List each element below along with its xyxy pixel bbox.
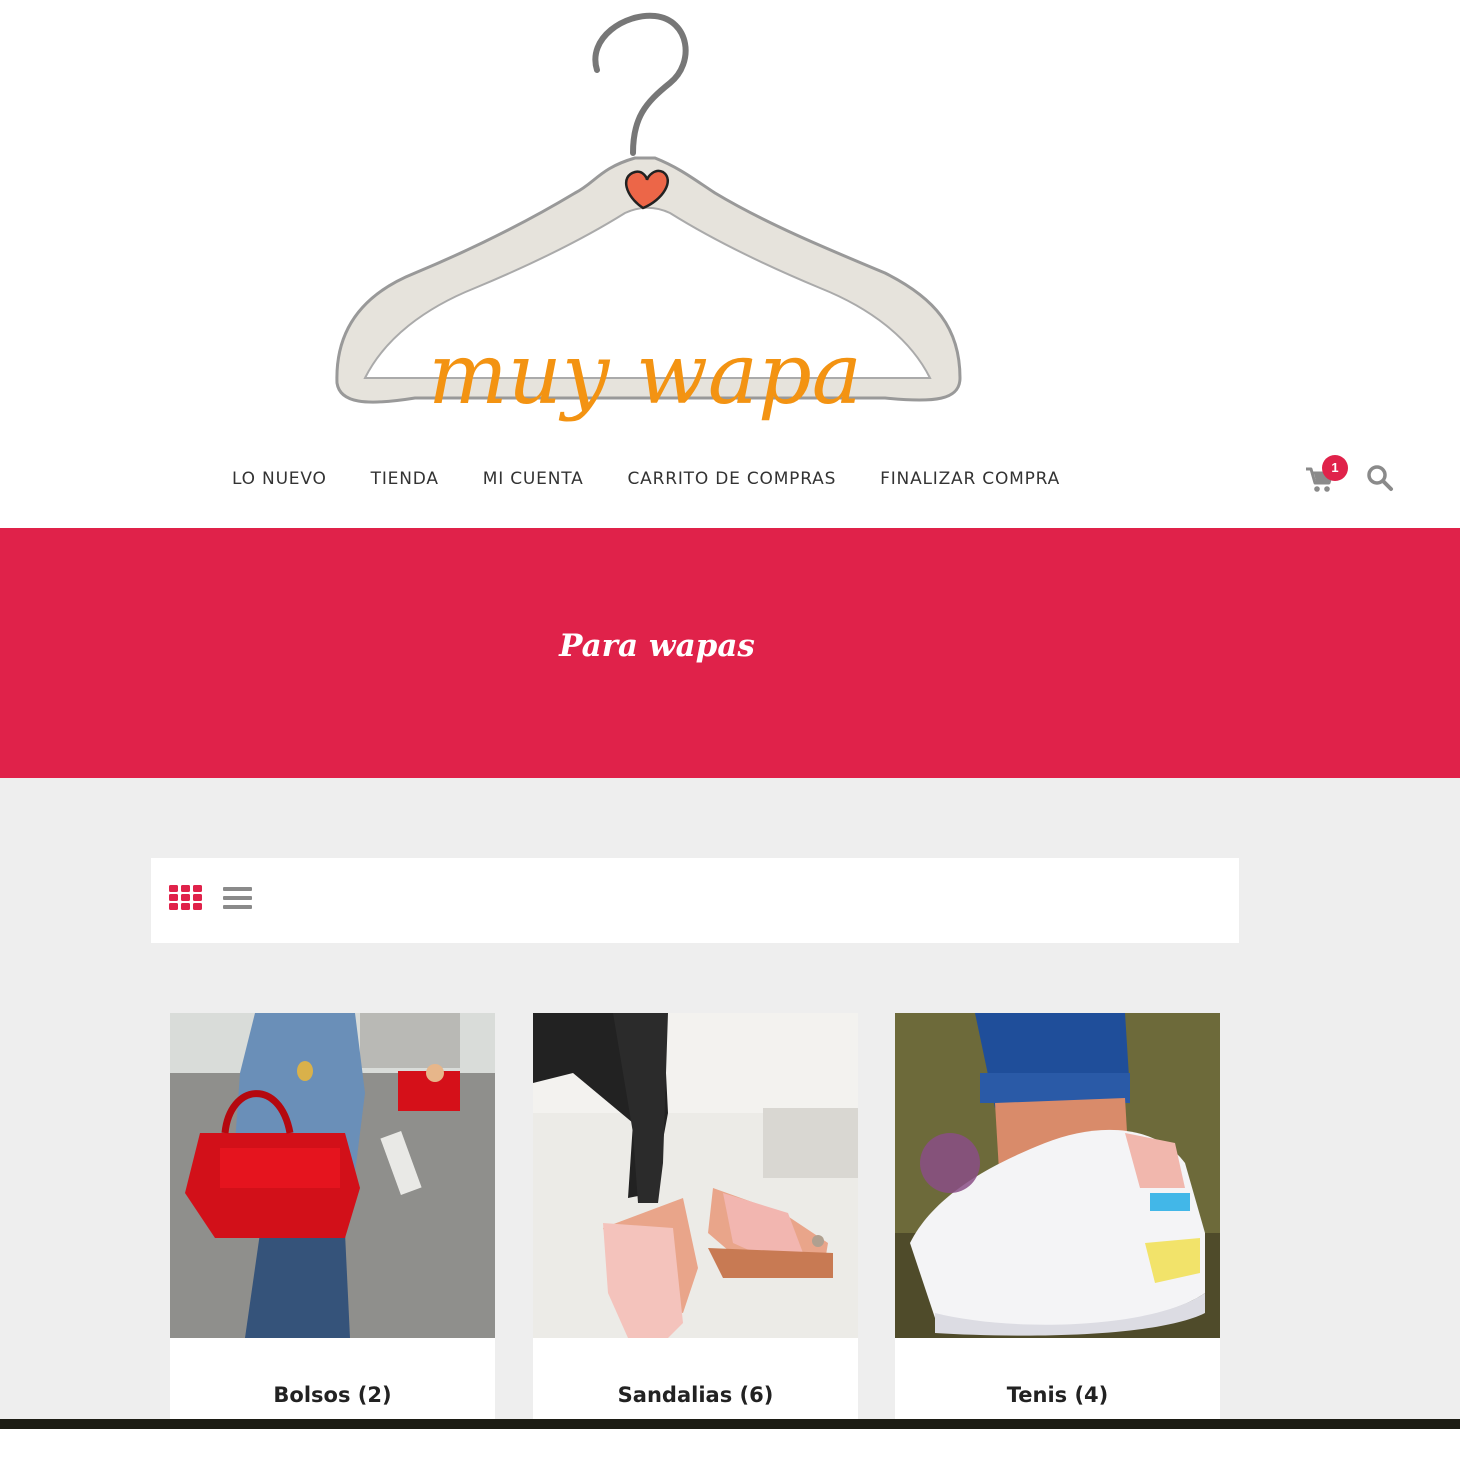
category-image-tenis — [895, 1013, 1220, 1338]
nav-item-carrito[interactable]: CARRITO DE COMPRAS — [628, 466, 837, 492]
hero-banner: Para wapas — [0, 528, 1460, 778]
nav-item-tienda[interactable]: TIENDA — [371, 466, 439, 492]
category-image-bolsos — [170, 1013, 495, 1338]
category-card-bolsos[interactable]: Bolsos (2) — [170, 1013, 495, 1423]
page-title: Para wapas — [559, 628, 755, 664]
category-label[interactable]: Tenis (4) — [895, 1383, 1220, 1407]
category-label[interactable]: Bolsos (2) — [170, 1383, 495, 1407]
shop-content: Bolsos (2) Sandalias (6) Tenis (4) — [0, 778, 1460, 1423]
logo-wordmark: muy wapa — [428, 325, 862, 423]
footer-bar — [0, 1419, 1460, 1429]
main-nav: LO NUEVO TIENDA MI CUENTA CARRITO DE COM… — [232, 466, 1104, 492]
nav-item-finalizar-compra[interactable]: FINALIZAR COMPRA — [880, 466, 1060, 492]
view-toolbar — [151, 858, 1239, 943]
category-card-sandalias[interactable]: Sandalias (6) — [533, 1013, 858, 1423]
grid-view-icon[interactable] — [169, 885, 203, 911]
site-logo[interactable]: muy wapa — [325, 8, 970, 458]
category-card-tenis[interactable]: Tenis (4) — [895, 1013, 1220, 1423]
site-header: muy wapa LO NUEVO TIENDA MI CUENTA CARRI… — [0, 0, 1460, 528]
nav-item-mi-cuenta[interactable]: MI CUENTA — [483, 466, 584, 492]
cart-count-badge: 1 — [1322, 455, 1348, 481]
nav-item-lo-nuevo[interactable]: LO NUEVO — [232, 466, 327, 492]
page-bottom — [0, 1429, 1460, 1479]
category-image-sandalias — [533, 1013, 858, 1338]
list-view-icon[interactable] — [223, 886, 253, 912]
category-label[interactable]: Sandalias (6) — [533, 1383, 858, 1407]
search-icon[interactable] — [1366, 464, 1394, 492]
